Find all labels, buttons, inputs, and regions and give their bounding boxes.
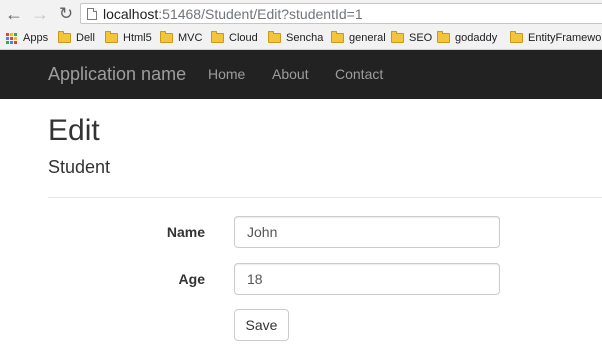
bookmark-label: MVC <box>178 32 203 44</box>
folder-icon <box>160 31 173 43</box>
bookmark-mvc[interactable]: MVC <box>160 27 202 49</box>
reload-icon[interactable]: ↻ <box>56 4 76 24</box>
folder-icon <box>211 31 224 43</box>
bookmark-label: SEO <box>409 32 433 44</box>
browser-toolbar: ← → ↻ localhost:51468/Student/Edit?stude… <box>0 0 602 27</box>
bookmark-label: EntityFramework <box>528 32 602 44</box>
bookmarks-bar: Apps Dell Html5 MVC Cloud Sencha general… <box>0 27 602 50</box>
folder-icon <box>105 31 118 43</box>
address-bar[interactable]: localhost:51468/Student/Edit?studentId=1 <box>80 3 602 24</box>
page-title: Edit <box>48 114 100 147</box>
bookmark-label: Apps <box>23 32 49 44</box>
url-path: :51468/Student/Edit?studentId=1 <box>158 5 363 22</box>
site-navbar: Application name Home About Contact <box>0 50 602 99</box>
nav-link-about[interactable]: About <box>272 50 309 99</box>
folder-icon <box>437 31 450 43</box>
divider <box>48 197 602 198</box>
bookmark-sencha[interactable]: Sencha <box>268 27 323 49</box>
nav-link-home[interactable]: Home <box>208 50 245 99</box>
page-subtitle: Student <box>48 157 111 177</box>
folder-icon <box>268 31 281 43</box>
bookmark-cloud[interactable]: Cloud <box>211 27 258 49</box>
bookmark-label: Dell <box>76 32 95 44</box>
page-icon <box>87 7 97 20</box>
bookmark-html5[interactable]: Html5 <box>105 27 152 49</box>
apps-icon <box>6 32 17 44</box>
bookmark-label: Sencha <box>286 32 324 44</box>
folder-icon <box>58 31 71 43</box>
bookmark-label: general <box>349 32 386 44</box>
brand-link[interactable]: Application name <box>48 50 186 99</box>
folder-icon <box>510 31 523 43</box>
age-label: Age <box>178 271 205 287</box>
save-button[interactable]: Save <box>234 309 289 341</box>
url-host: localhost <box>103 5 159 22</box>
bookmark-label: Cloud <box>229 32 258 44</box>
bookmark-seo[interactable]: SEO <box>391 27 432 49</box>
name-input[interactable] <box>234 216 500 248</box>
back-icon[interactable]: ← <box>4 4 24 24</box>
bookmark-entityframework[interactable]: EntityFramework <box>510 27 602 49</box>
bookmark-dell[interactable]: Dell <box>58 27 95 49</box>
forward-icon[interactable]: → <box>30 4 50 24</box>
nav-link-contact[interactable]: Contact <box>335 50 383 99</box>
age-input[interactable] <box>234 263 500 295</box>
folder-icon <box>391 31 404 43</box>
folder-icon <box>331 31 344 43</box>
bookmark-general[interactable]: general <box>331 27 386 49</box>
bookmark-godaddy[interactable]: godaddy <box>437 27 497 49</box>
bookmark-label: godaddy <box>455 32 498 44</box>
bookmark-apps[interactable]: Apps <box>6 27 48 49</box>
name-label: Name <box>166 224 205 240</box>
bookmark-label: Html5 <box>123 32 152 44</box>
